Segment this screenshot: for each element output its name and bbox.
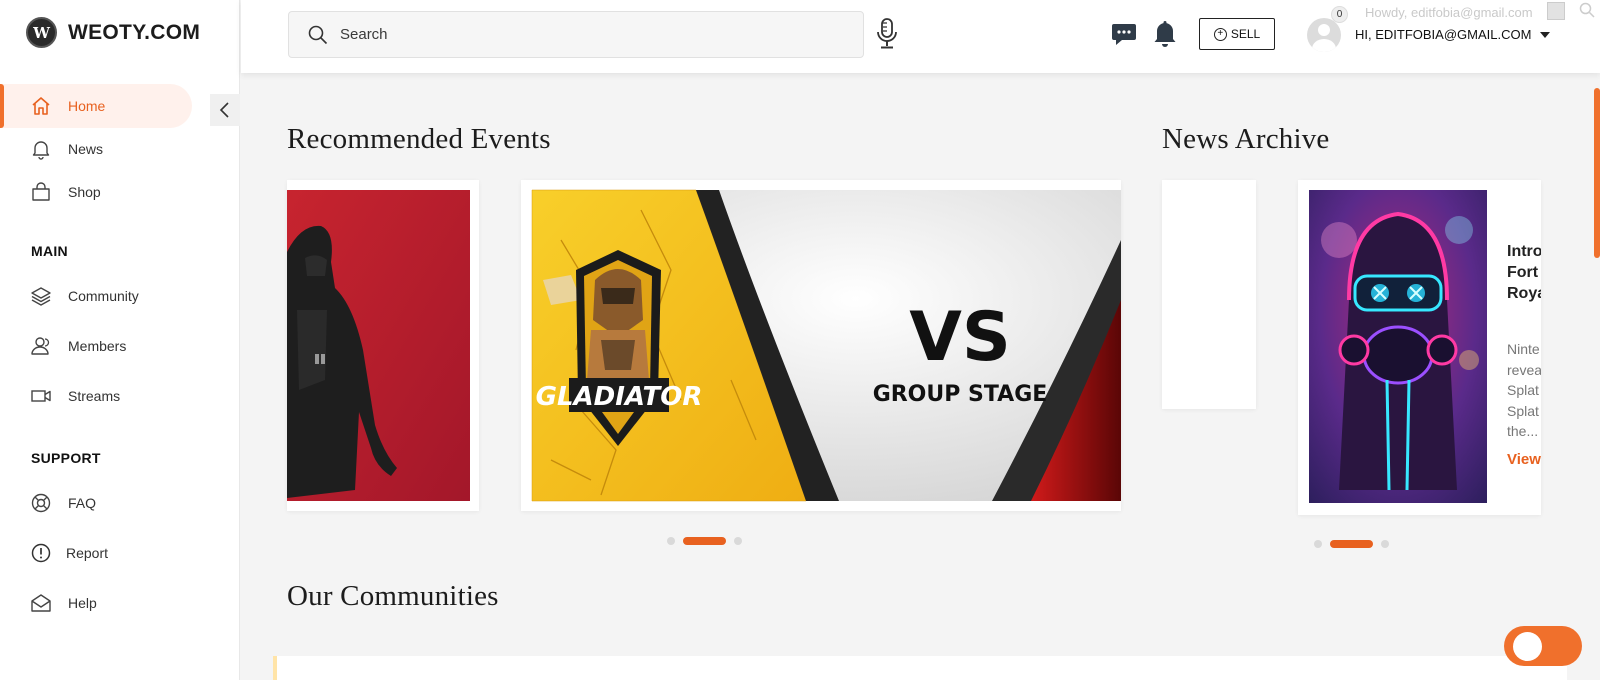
sidebar-item-label: Help <box>68 595 97 611</box>
shopping-bag-icon <box>30 181 52 203</box>
sidebar-item-label: News <box>68 141 104 157</box>
sidebar-item-label: Shop <box>68 184 101 200</box>
news-excerpt: Ninte revea Splat Splat the... <box>1507 341 1541 439</box>
section-heading-support: SUPPORT <box>31 450 101 466</box>
community-card-strip <box>273 656 1567 680</box>
chat-icon[interactable] <box>1111 22 1137 53</box>
group-stage-text: GROUP STAGE <box>873 382 1048 407</box>
sidebar-item-label: Report <box>66 545 109 561</box>
our-communities-title: Our Communities <box>287 580 499 612</box>
news-card[interactable]: Intro Fort Roya Ninte revea Splat Splat … <box>1298 180 1541 515</box>
sidebar-item-members[interactable]: Members <box>0 324 192 368</box>
admin-bar-avatar <box>1547 2 1565 20</box>
news-archive-title: News Archive <box>1162 123 1330 155</box>
search-input[interactable] <box>340 26 820 43</box>
recommended-events-title: Recommended Events <box>287 123 551 155</box>
avatar <box>1307 18 1341 52</box>
carousel-dot[interactable] <box>667 537 675 545</box>
user-menu-toggle[interactable]: HI, EDITFOBIA@GMAIL.COM <box>1355 27 1551 42</box>
vs-text: VS <box>909 298 1011 377</box>
notifications-bell-icon[interactable] <box>1153 20 1177 53</box>
search-icon <box>308 25 328 44</box>
admin-bar-howdy[interactable]: Howdy, editfobia@gmail.com <box>1365 5 1533 20</box>
news-thumbnail <box>1309 190 1487 503</box>
sidebar-item-help[interactable]: Help <box>0 581 192 625</box>
carousel-dot[interactable] <box>734 537 742 545</box>
plus-circle-icon: + <box>1213 27 1227 41</box>
sidebar-item-home[interactable]: Home <box>0 84 192 128</box>
lifebuoy-icon <box>30 492 52 514</box>
news-title[interactable]: Intro Fort Roya <box>1507 241 1541 304</box>
video-camera-icon <box>30 385 52 407</box>
brand-name: WEOTY.COM <box>68 20 201 44</box>
sell-button[interactable]: + SELL <box>1199 18 1275 50</box>
sidebar: W WEOTY.COM Home News Shop MAIN Communit… <box>0 0 240 680</box>
sidebar-item-label: Members <box>68 338 127 354</box>
sidebar-item-faq[interactable]: FAQ <box>0 481 192 525</box>
microphone-icon[interactable] <box>876 18 898 55</box>
home-icon <box>30 95 52 117</box>
sidebar-item-report[interactable]: Report <box>0 531 192 575</box>
news-card-partial[interactable] <box>1162 180 1256 409</box>
layers-icon <box>30 285 52 307</box>
caret-down-icon <box>1540 31 1551 38</box>
wordpress-logo-icon: W <box>26 17 57 48</box>
search-bar[interactable] <box>288 11 864 58</box>
sidebar-collapse-button[interactable] <box>210 94 240 126</box>
sidebar-item-label: Community <box>68 288 139 304</box>
gladiator-logo-text: GLADIATOR <box>536 382 703 412</box>
mail-open-icon <box>30 592 52 614</box>
event-card-featured[interactable]: VS GROUP STAGE GLADIATOR <box>521 180 1121 511</box>
event-image <box>287 190 470 501</box>
event-banner: VS GROUP STAGE GLADIATOR <box>531 189 1121 502</box>
sidebar-item-shop[interactable]: Shop <box>0 170 192 214</box>
sidebar-item-community[interactable]: Community <box>0 274 192 318</box>
user-greeting: HI, EDITFOBIA@GMAIL.COM <box>1355 27 1532 42</box>
page-scrollbar[interactable] <box>1594 88 1600 258</box>
user-avatar-wrapper[interactable]: 0 <box>1307 6 1348 52</box>
bell-icon <box>30 138 52 160</box>
news-view-link[interactable]: View <box>1507 451 1541 468</box>
sidebar-item-label: FAQ <box>68 495 97 511</box>
event-card[interactable] <box>287 180 479 511</box>
sidebar-item-news[interactable]: News <box>0 127 192 171</box>
news-carousel-dot[interactable] <box>1381 540 1389 548</box>
sidebar-item-label: Home <box>68 98 106 114</box>
section-heading-main: MAIN <box>31 243 68 259</box>
notification-count-badge: 0 <box>1331 6 1348 23</box>
alert-circle-icon <box>30 542 52 564</box>
sidebar-item-label: Streams <box>68 388 121 404</box>
news-carousel-dot[interactable] <box>1314 540 1322 548</box>
carousel-dot-active[interactable] <box>683 537 726 545</box>
theme-toggle[interactable] <box>1504 626 1582 666</box>
news-carousel-dot-active[interactable] <box>1330 540 1373 548</box>
brand-logo[interactable]: W WEOTY.COM <box>26 17 200 48</box>
sell-button-label: SELL <box>1230 27 1261 41</box>
admin-bar-search-icon[interactable] <box>1579 2 1595 23</box>
chevron-left-icon <box>219 102 229 118</box>
sidebar-item-streams[interactable]: Streams <box>0 374 192 418</box>
top-header: + SELL 0 HI, EDITFOBIA@GMAIL.COM Howdy, … <box>241 0 1600 73</box>
members-icon <box>30 335 52 357</box>
